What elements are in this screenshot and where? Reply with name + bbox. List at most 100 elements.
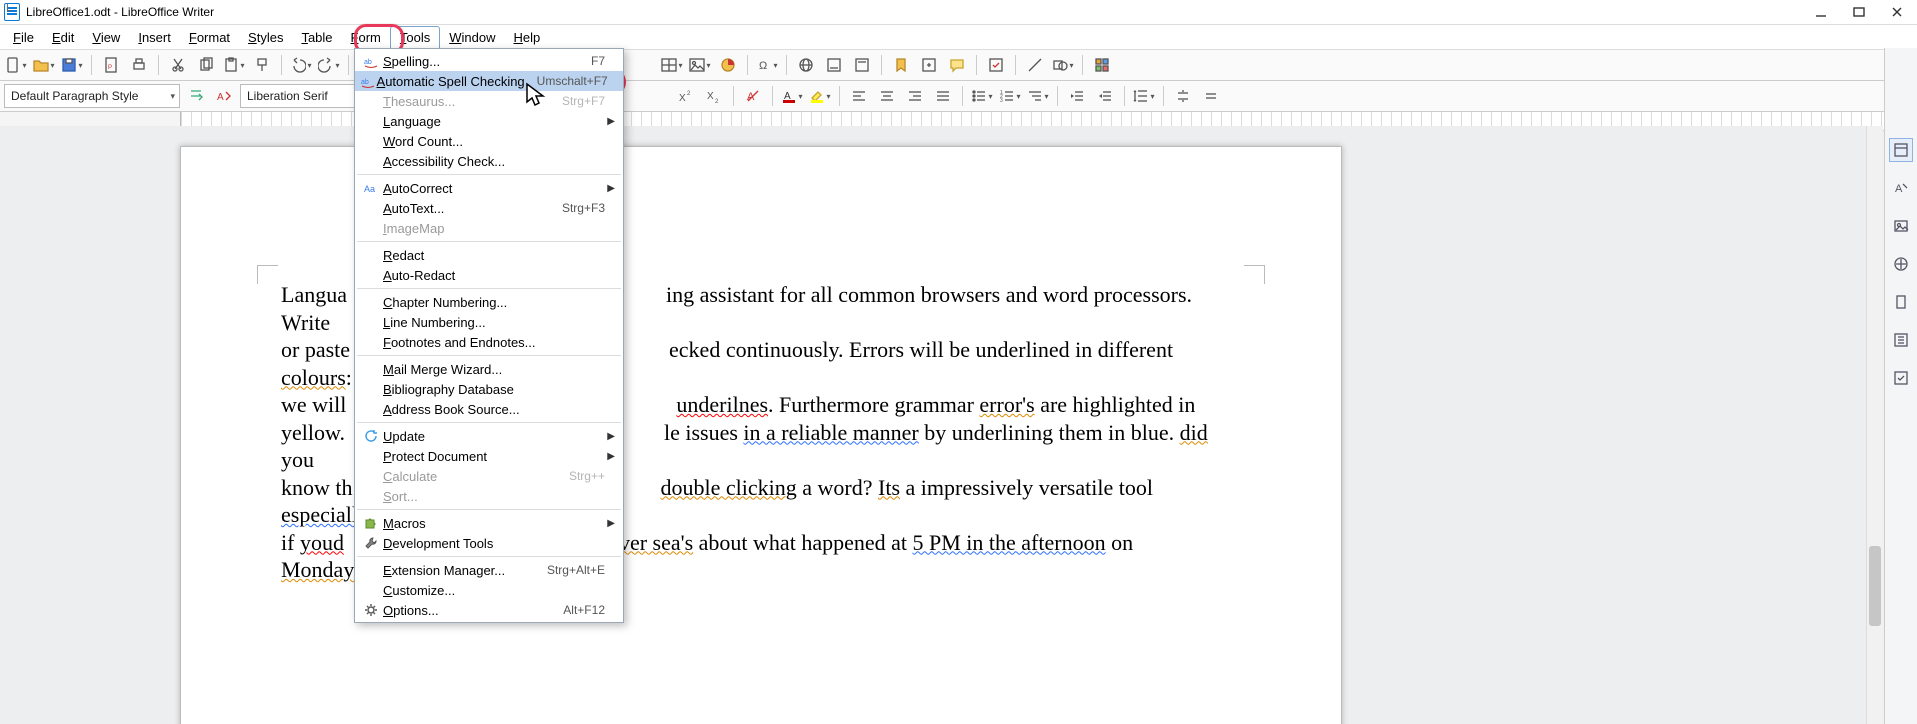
menu-tools[interactable]: Tools — [390, 26, 440, 48]
menu-edit[interactable]: Edit — [43, 27, 83, 48]
insert-bookmark-button[interactable] — [889, 53, 913, 77]
menu-item-footnotes-and-endnotes[interactable]: Footnotes and Endnotes... — [355, 332, 623, 352]
submenu-arrow-icon: ▶ — [605, 451, 615, 462]
menu-help[interactable]: Help — [504, 27, 549, 48]
sidebar-page-button[interactable] — [1889, 290, 1913, 314]
menu-item-autotext[interactable]: AutoText...Strg+F3 — [355, 198, 623, 218]
insert-line-button[interactable] — [1023, 53, 1047, 77]
vertical-scrollbar[interactable] — [1866, 126, 1883, 724]
menu-item-macros[interactable]: Macros▶ — [355, 513, 623, 533]
menu-styles[interactable]: Styles — [239, 27, 292, 48]
menu-item-imagemap: ImageMap — [355, 218, 623, 238]
track-changes-button[interactable] — [984, 53, 1008, 77]
menu-item-redact[interactable]: Redact — [355, 245, 623, 265]
save-button[interactable] — [60, 53, 84, 77]
menu-item-autocorrect[interactable]: AaAutoCorrect▶ — [355, 178, 623, 198]
scrollbar-thumb[interactable] — [1869, 546, 1881, 626]
text-fragment: or paste — [281, 337, 350, 362]
sidebar-gallery-button[interactable] — [1889, 214, 1913, 238]
menu-form[interactable]: Form — [342, 27, 390, 48]
menu-table[interactable]: Table — [292, 27, 341, 48]
line-spacing-button[interactable] — [1132, 84, 1156, 108]
menu-item-auto-redact[interactable]: Auto-Redact — [355, 265, 623, 285]
menu-window[interactable]: Window — [440, 27, 504, 48]
menu-item-protect-document[interactable]: Protect Document▶ — [355, 446, 623, 466]
menu-item-label: AutoCorrect — [383, 181, 605, 196]
menu-item-customize[interactable]: Customize... — [355, 580, 623, 600]
sidebar-manage-changes-button[interactable] — [1889, 366, 1913, 390]
align-right-button[interactable] — [903, 84, 927, 108]
export-pdf-button[interactable]: P — [99, 53, 123, 77]
menu-format[interactable]: Format — [180, 27, 239, 48]
insert-hyperlink-button[interactable] — [794, 53, 818, 77]
menu-item-address-book-source[interactable]: Address Book Source... — [355, 399, 623, 419]
menu-item-word-count[interactable]: Word Count... — [355, 131, 623, 151]
bullet-list-button[interactable] — [970, 84, 994, 108]
menu-item-options[interactable]: Options...Alt+F12 — [355, 600, 623, 620]
sidebar-style-inspector-button[interactable] — [1889, 328, 1913, 352]
align-left-button[interactable] — [847, 84, 871, 108]
menu-insert[interactable]: Insert — [129, 27, 180, 48]
paste-button[interactable] — [222, 53, 246, 77]
clear-formatting-button[interactable]: A — [741, 84, 765, 108]
insert-table-button[interactable] — [660, 53, 684, 77]
superscript-button[interactable]: X2 — [674, 84, 698, 108]
font-color-button[interactable]: A — [780, 84, 804, 108]
menu-item-accessibility-check[interactable]: Accessibility Check... — [355, 151, 623, 171]
new-style-button[interactable]: A — [212, 84, 236, 108]
sidebar-properties-button[interactable] — [1889, 138, 1913, 162]
clone-format-button[interactable] — [250, 53, 274, 77]
menu-item-label: Options... — [383, 603, 551, 618]
insert-special-char-button[interactable]: Ω — [755, 53, 779, 77]
highlight-color-button[interactable] — [808, 84, 832, 108]
menu-item-spelling[interactable]: abSpelling...F7 — [355, 51, 623, 71]
menu-item-language[interactable]: Language▶ — [355, 111, 623, 131]
insert-endnote-button[interactable] — [850, 53, 874, 77]
menu-item-chapter-numbering[interactable]: Chapter Numbering... — [355, 292, 623, 312]
sidebar-styles-button[interactable]: A — [1889, 176, 1913, 200]
submenu-arrow-icon: ▶ — [605, 116, 615, 127]
copy-button[interactable] — [194, 53, 218, 77]
show-draw-button[interactable] — [1090, 53, 1114, 77]
menu-item-development-tools[interactable]: Development Tools — [355, 533, 623, 553]
number-list-button[interactable]: 123 — [998, 84, 1022, 108]
menu-item-bibliography-database[interactable]: Bibliography Database — [355, 379, 623, 399]
menu-item-update[interactable]: Update▶ — [355, 426, 623, 446]
redo-button[interactable] — [317, 53, 341, 77]
outline-list-button[interactable] — [1026, 84, 1050, 108]
decrease-indent-button[interactable] — [1093, 84, 1117, 108]
decrease-para-spacing-button[interactable] — [1199, 84, 1223, 108]
open-button[interactable] — [32, 53, 56, 77]
insert-footnote-button[interactable] — [822, 53, 846, 77]
paragraph-style-select[interactable]: Default Paragraph Style — [4, 84, 180, 108]
insert-image-button[interactable] — [688, 53, 712, 77]
sidebar-navigator-button[interactable] — [1889, 252, 1913, 276]
menu-item-mail-merge-wizard[interactable]: Mail Merge Wizard... — [355, 359, 623, 379]
update-style-button[interactable] — [184, 84, 208, 108]
undo-button[interactable] — [289, 53, 313, 77]
align-justify-button[interactable] — [931, 84, 955, 108]
minimize-button[interactable] — [1811, 2, 1831, 22]
menu-view[interactable]: View — [83, 27, 129, 48]
menu-item-automatic-spell-checking[interactable]: abAutomatic Spell CheckingUmschalt+F7 — [355, 71, 623, 91]
print-button[interactable] — [127, 53, 151, 77]
increase-para-spacing-button[interactable] — [1171, 84, 1195, 108]
cut-button[interactable] — [166, 53, 190, 77]
close-button[interactable] — [1887, 2, 1907, 22]
insert-chart-button[interactable] — [716, 53, 740, 77]
insert-cross-ref-button[interactable] — [917, 53, 941, 77]
new-doc-button[interactable] — [4, 53, 28, 77]
subscript-button[interactable]: X2 — [702, 84, 726, 108]
basic-shapes-button[interactable] — [1051, 53, 1075, 77]
submenu-arrow-icon: ▶ — [605, 183, 615, 194]
menu-file[interactable]: File — [4, 27, 43, 48]
menu-item-label: Footnotes and Endnotes... — [383, 335, 605, 350]
increase-indent-button[interactable] — [1065, 84, 1089, 108]
align-center-button[interactable] — [875, 84, 899, 108]
menu-item-label: Macros — [383, 516, 605, 531]
menu-item-extension-manager[interactable]: Extension Manager...Strg+Alt+E — [355, 560, 623, 580]
menu-item-thesaurus: Thesaurus...Strg+F7 — [355, 91, 623, 111]
menu-item-line-numbering[interactable]: Line Numbering... — [355, 312, 623, 332]
maximize-button[interactable] — [1849, 2, 1869, 22]
insert-comment-button[interactable] — [945, 53, 969, 77]
